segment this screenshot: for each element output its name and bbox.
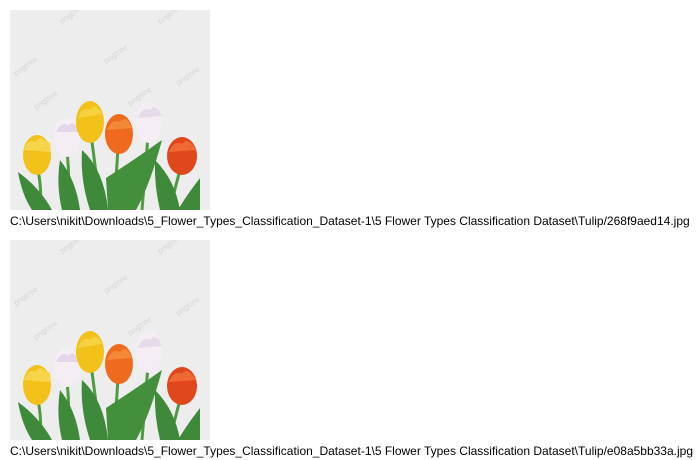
tulip-image-2: pngtree pngtree pngtree pngtree pngtree … bbox=[10, 240, 210, 440]
output-page: pngtree pngtree pngtree pngtree pngtree … bbox=[0, 0, 700, 460]
tulip-image-1: pngtree pngtree pngtree pngtree pngtree … bbox=[10, 10, 210, 210]
image-path-caption: C:\Users\nikit\Downloads\5_Flower_Types_… bbox=[10, 214, 690, 228]
image-path-caption: C:\Users\nikit\Downloads\5_Flower_Types_… bbox=[10, 444, 694, 458]
tulip-bouquet-icon: pngtree pngtree pngtree pngtree pngtree … bbox=[10, 240, 210, 440]
tulip-bouquet-icon: pngtree pngtree pngtree pngtree pngtree … bbox=[10, 10, 210, 210]
